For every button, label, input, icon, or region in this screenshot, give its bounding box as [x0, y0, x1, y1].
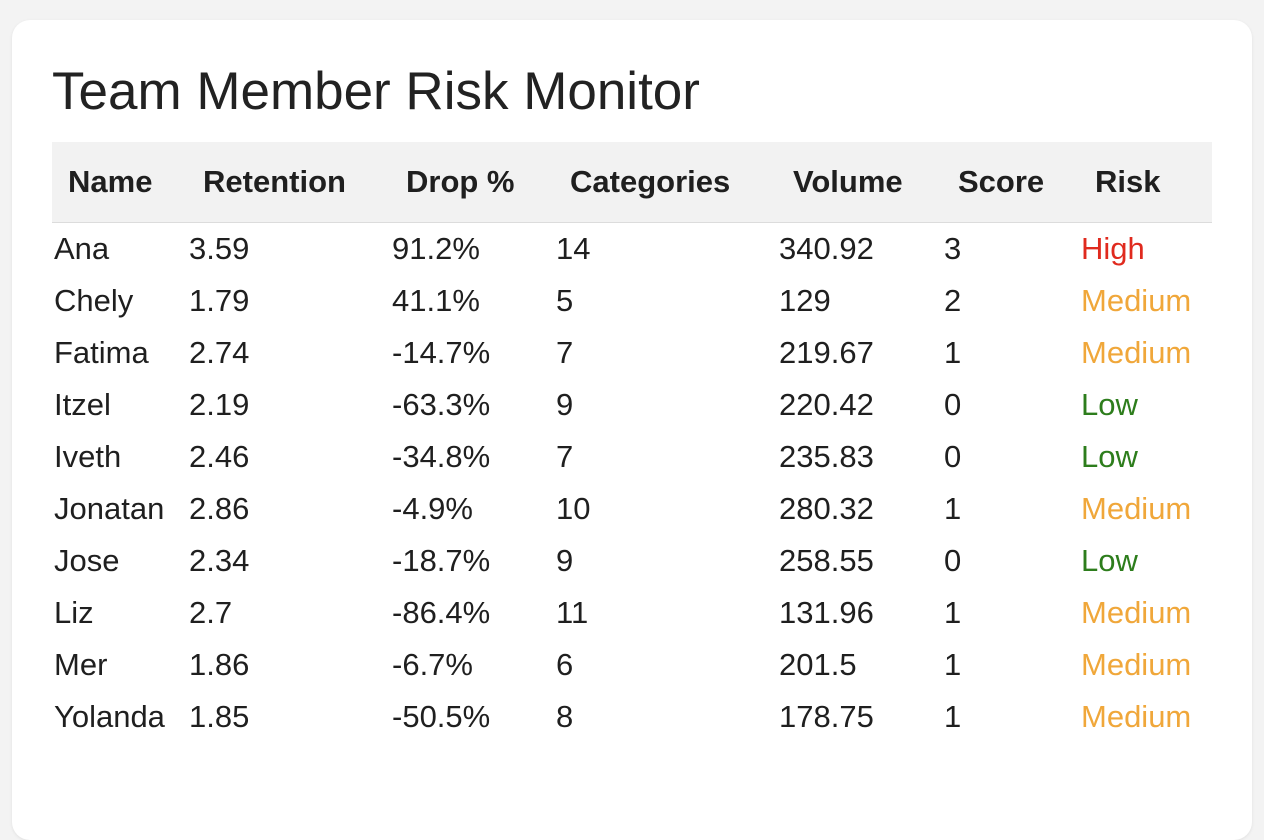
cell-categories: 9 — [556, 387, 574, 422]
table-row: Iveth 2.46 -34.8% 7 235.83 0 Low — [52, 431, 1212, 483]
cell-name: Yolanda — [54, 699, 165, 734]
table-row: Itzel 2.19 -63.3% 9 220.42 0 Low — [52, 379, 1212, 431]
cell-categories: 8 — [556, 699, 574, 734]
table-row: Fatima 2.74 -14.7% 7 219.67 1 Medium — [52, 327, 1212, 379]
cell-retention: 2.19 — [189, 387, 250, 422]
cell-score: 3 — [944, 231, 962, 266]
cell-risk: Medium — [1081, 647, 1192, 682]
cell-risk: High — [1081, 231, 1145, 266]
column-header-categories[interactable]: Categories — [554, 142, 777, 223]
cell-retention: 2.34 — [189, 543, 250, 578]
cell-score: 1 — [944, 699, 962, 734]
cell-retention: 2.86 — [189, 491, 250, 526]
column-header-score[interactable]: Score — [942, 142, 1079, 223]
cell-drop: -86.4% — [392, 595, 491, 630]
cell-drop: 91.2% — [392, 231, 480, 266]
cell-risk: Medium — [1081, 335, 1192, 370]
cell-drop: -34.8% — [392, 439, 491, 474]
cell-risk: Medium — [1081, 699, 1192, 734]
cell-drop: -6.7% — [392, 647, 473, 682]
cell-score: 1 — [944, 647, 962, 682]
risk-table: Name Retention Drop % Categories Volume … — [52, 142, 1212, 743]
cell-volume: 178.75 — [779, 699, 874, 734]
cell-categories: 10 — [556, 491, 591, 526]
table-row: Mer 1.86 -6.7% 6 201.5 1 Medium — [52, 639, 1212, 691]
cell-drop: -18.7% — [392, 543, 491, 578]
table-header-row: Name Retention Drop % Categories Volume … — [52, 142, 1212, 223]
cell-score: 0 — [944, 543, 962, 578]
cell-risk: Low — [1081, 387, 1138, 422]
cell-risk: Low — [1081, 439, 1138, 474]
cell-volume: 220.42 — [779, 387, 874, 422]
cell-name: Itzel — [54, 387, 111, 422]
cell-risk: Low — [1081, 543, 1138, 578]
table-row: Jonatan 2.86 -4.9% 10 280.32 1 Medium — [52, 483, 1212, 535]
cell-categories: 5 — [556, 283, 574, 318]
cell-risk: Medium — [1081, 491, 1192, 526]
cell-volume: 219.67 — [779, 335, 874, 370]
table-body: Ana 3.59 91.2% 14 340.92 3 High Chely 1.79 41.1% 5… — [52, 223, 1212, 744]
cell-categories: 7 — [556, 439, 574, 474]
cell-score: 0 — [944, 439, 962, 474]
column-header-retention[interactable]: Retention — [187, 142, 390, 223]
cell-retention: 1.86 — [189, 647, 250, 682]
cell-drop: 41.1% — [392, 283, 480, 318]
cell-name: Liz — [54, 595, 94, 630]
cell-score: 1 — [944, 595, 962, 630]
cell-risk: Medium — [1081, 595, 1192, 630]
cell-drop: -14.7% — [392, 335, 491, 370]
cell-name: Fatima — [54, 335, 149, 370]
cell-retention: 1.79 — [189, 283, 250, 318]
cell-categories: 11 — [556, 595, 589, 630]
cell-volume: 235.83 — [779, 439, 874, 474]
column-header-volume[interactable]: Volume — [777, 142, 942, 223]
table-row: Liz 2.7 -86.4% 11 131.96 1 Medium — [52, 587, 1212, 639]
cell-drop: -50.5% — [392, 699, 491, 734]
risk-monitor-card: Team Member Risk Monitor Name Retention … — [12, 20, 1252, 840]
cell-volume: 258.55 — [779, 543, 874, 578]
cell-name: Chely — [54, 283, 134, 318]
cell-categories: 14 — [556, 231, 591, 266]
cell-retention: 1.85 — [189, 699, 250, 734]
table-row: Chely 1.79 41.1% 5 129 2 Medium — [52, 275, 1212, 327]
table-row: Ana 3.59 91.2% 14 340.92 3 High — [52, 223, 1212, 276]
cell-score: 0 — [944, 387, 962, 422]
cell-categories: 7 — [556, 335, 574, 370]
table-row: Jose 2.34 -18.7% 9 258.55 0 Low — [52, 535, 1212, 587]
column-header-risk[interactable]: Risk — [1079, 142, 1212, 223]
cell-name: Iveth — [54, 439, 122, 474]
cell-risk: Medium — [1081, 283, 1192, 318]
cell-retention: 2.7 — [189, 595, 233, 630]
cell-retention: 3.59 — [189, 231, 250, 266]
cell-score: 1 — [944, 491, 962, 526]
cell-volume: 201.5 — [779, 647, 857, 682]
page-title: Team Member Risk Monitor — [52, 62, 700, 121]
cell-retention: 2.46 — [189, 439, 250, 474]
cell-name: Mer — [54, 647, 108, 682]
cell-name: Ana — [54, 231, 110, 266]
column-header-drop[interactable]: Drop % — [390, 142, 554, 223]
cell-categories: 6 — [556, 647, 574, 682]
cell-score: 1 — [944, 335, 962, 370]
column-header-name[interactable]: Name — [52, 142, 187, 223]
table-row: Yolanda 1.85 -50.5% 8 178.75 1 Medium — [52, 691, 1212, 743]
cell-drop: -63.3% — [392, 387, 491, 422]
cell-retention: 2.74 — [189, 335, 250, 370]
cell-score: 2 — [944, 283, 962, 318]
cell-volume: 131.96 — [779, 595, 874, 630]
cell-drop: -4.9% — [392, 491, 473, 526]
cell-volume: 280.32 — [779, 491, 874, 526]
cell-volume: 129 — [779, 283, 831, 318]
cell-categories: 9 — [556, 543, 574, 578]
cell-name: Jonatan — [54, 491, 165, 526]
cell-volume: 340.92 — [779, 231, 874, 266]
cell-name: Jose — [54, 543, 120, 578]
